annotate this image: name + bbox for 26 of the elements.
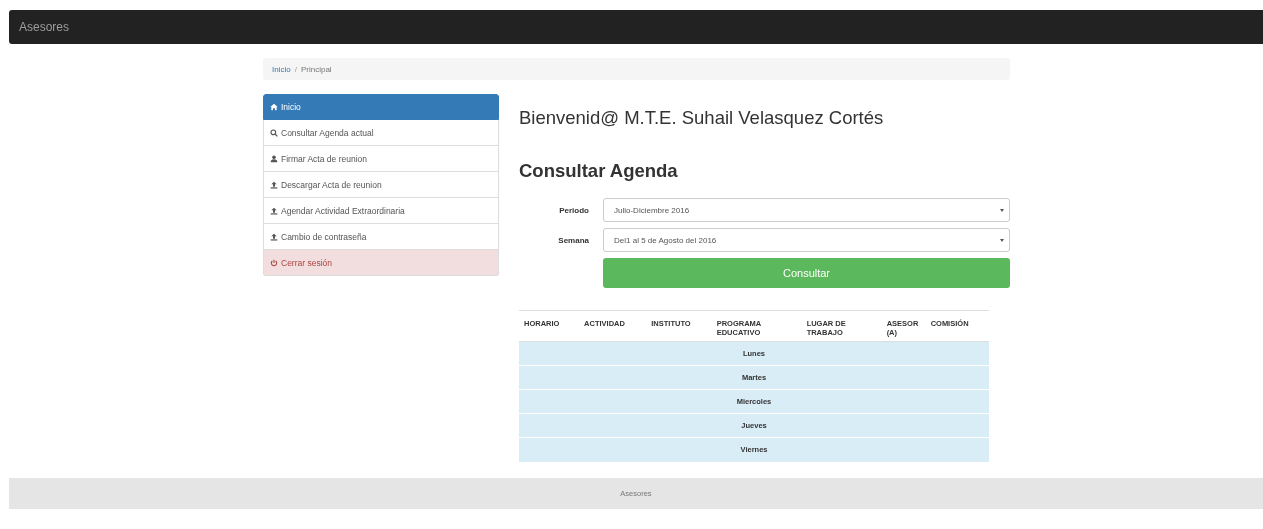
search-icon xyxy=(270,128,278,137)
sidebar-item[interactable]: Cerrar sesión xyxy=(263,250,499,276)
brand-link[interactable]: Asesores xyxy=(19,20,70,34)
field-label: Periodo xyxy=(558,205,590,215)
breadcrumb-current: Principal xyxy=(300,64,332,74)
section-title: Consultar Agenda xyxy=(519,160,679,182)
sidebar-item[interactable]: Cambio de contraseña xyxy=(263,224,499,250)
home-icon xyxy=(270,103,278,111)
sidebar-item[interactable]: Agendar Actividad Extraordinaria xyxy=(263,198,499,224)
welcome-heading: Bienvenid@ M.T.E. Suhail Velasquez Cortés xyxy=(519,107,885,129)
sidebar-item[interactable]: Descargar Acta de reunion xyxy=(263,172,499,198)
caret-icon xyxy=(1000,238,1004,242)
upload-icon xyxy=(270,232,278,241)
select-field[interactable]: Julio-Diciembre 2016 xyxy=(603,198,1010,222)
select-field[interactable]: Del1 al 5 de Agosto del 2016 xyxy=(603,228,1010,252)
breadcrumb-separator: / xyxy=(294,64,297,74)
breadcrumb-link[interactable]: Inicio xyxy=(272,64,291,74)
user-icon xyxy=(270,154,278,163)
power-icon xyxy=(270,258,278,267)
field-label: Semana xyxy=(557,235,590,245)
upload-icon xyxy=(270,180,278,189)
sidebar-item[interactable]: Firmar Acta de reunion xyxy=(263,146,499,172)
caret-icon xyxy=(1000,208,1004,212)
sidebar-item[interactable]: Consultar Agenda actual xyxy=(263,120,499,146)
sidebar-item[interactable]: Inicio xyxy=(263,94,499,120)
upload-icon xyxy=(270,206,278,215)
